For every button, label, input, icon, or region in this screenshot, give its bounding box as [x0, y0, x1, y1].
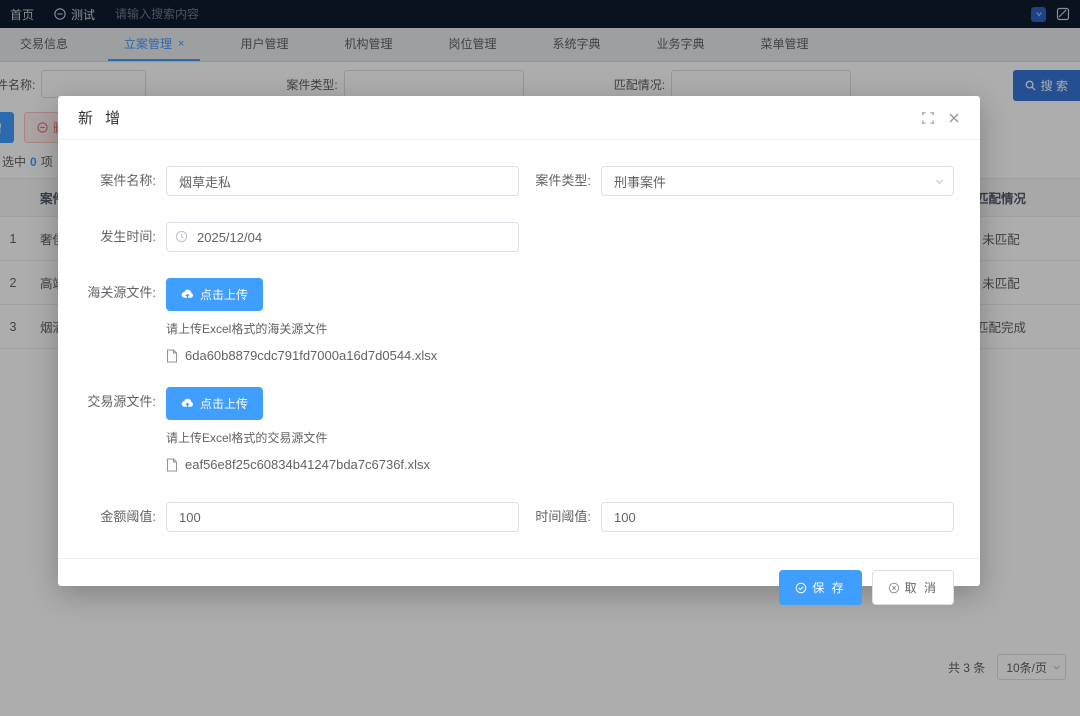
- customs-upload-tip: 请上传Excel格式的海关源文件: [166, 320, 954, 337]
- dialog-header: 新 增: [58, 96, 980, 140]
- circle-check-icon: [795, 582, 807, 594]
- dialog-body: 案件名称: 案件类型: 发生时间:: [58, 140, 980, 558]
- occur-time-label: 发生时间:: [84, 222, 166, 252]
- clock-icon: [175, 230, 188, 243]
- cloud-upload-icon: [181, 288, 194, 301]
- close-icon[interactable]: [948, 112, 960, 124]
- amount-threshold-field: 金额阈值:: [84, 502, 519, 532]
- case-type-select[interactable]: [601, 166, 954, 196]
- case-type-field: 案件类型:: [519, 166, 954, 196]
- trade-file-field: 交易源文件: 点击上传 请上传Excel格式的交易源文件 eaf56e8f25c…: [84, 387, 954, 472]
- trade-upload-tip: 请上传Excel格式的交易源文件: [166, 429, 954, 446]
- circle-close-icon: [888, 582, 900, 594]
- case-type-label: 案件类型:: [519, 166, 601, 196]
- fullscreen-icon[interactable]: [922, 112, 934, 124]
- trade-file-item[interactable]: eaf56e8f25c60834b41247bda7c6736f.xlsx: [166, 457, 954, 472]
- customs-file-name: 6da60b8879cdc791fd7000a16d7d0544.xlsx: [185, 348, 437, 363]
- dialog-footer: 保 存 取 消: [58, 558, 980, 616]
- customs-file-label: 海关源文件:: [84, 278, 166, 363]
- case-name-input[interactable]: [166, 166, 519, 196]
- case-name-field: 案件名称:: [84, 166, 519, 196]
- cloud-upload-icon: [181, 397, 194, 410]
- document-icon: [166, 458, 178, 472]
- cancel-button[interactable]: 取 消: [872, 570, 954, 605]
- trade-file-name: eaf56e8f25c60834b41247bda7c6736f.xlsx: [185, 457, 430, 472]
- dialog-title: 新 增: [78, 107, 124, 128]
- amount-threshold-label: 金额阈值:: [84, 502, 166, 532]
- time-threshold-field: 时间阈值:: [519, 502, 954, 532]
- case-name-label: 案件名称:: [84, 166, 166, 196]
- customs-file-item[interactable]: 6da60b8879cdc791fd7000a16d7d0544.xlsx: [166, 348, 954, 363]
- time-threshold-label: 时间阈值:: [519, 502, 601, 532]
- trade-upload-button[interactable]: 点击上传: [166, 387, 263, 420]
- occur-time-input[interactable]: [166, 222, 519, 252]
- document-icon: [166, 349, 178, 363]
- trade-file-label: 交易源文件:: [84, 387, 166, 472]
- customs-upload-button[interactable]: 点击上传: [166, 278, 263, 311]
- occur-time-field: 发生时间:: [84, 222, 519, 252]
- amount-threshold-input[interactable]: [166, 502, 519, 532]
- time-threshold-input[interactable]: [601, 502, 954, 532]
- save-button[interactable]: 保 存: [779, 570, 861, 605]
- add-case-dialog: 新 增 案件名称: 案件类型:: [58, 96, 980, 586]
- customs-file-field: 海关源文件: 点击上传 请上传Excel格式的海关源文件 6da60b8879c…: [84, 278, 954, 363]
